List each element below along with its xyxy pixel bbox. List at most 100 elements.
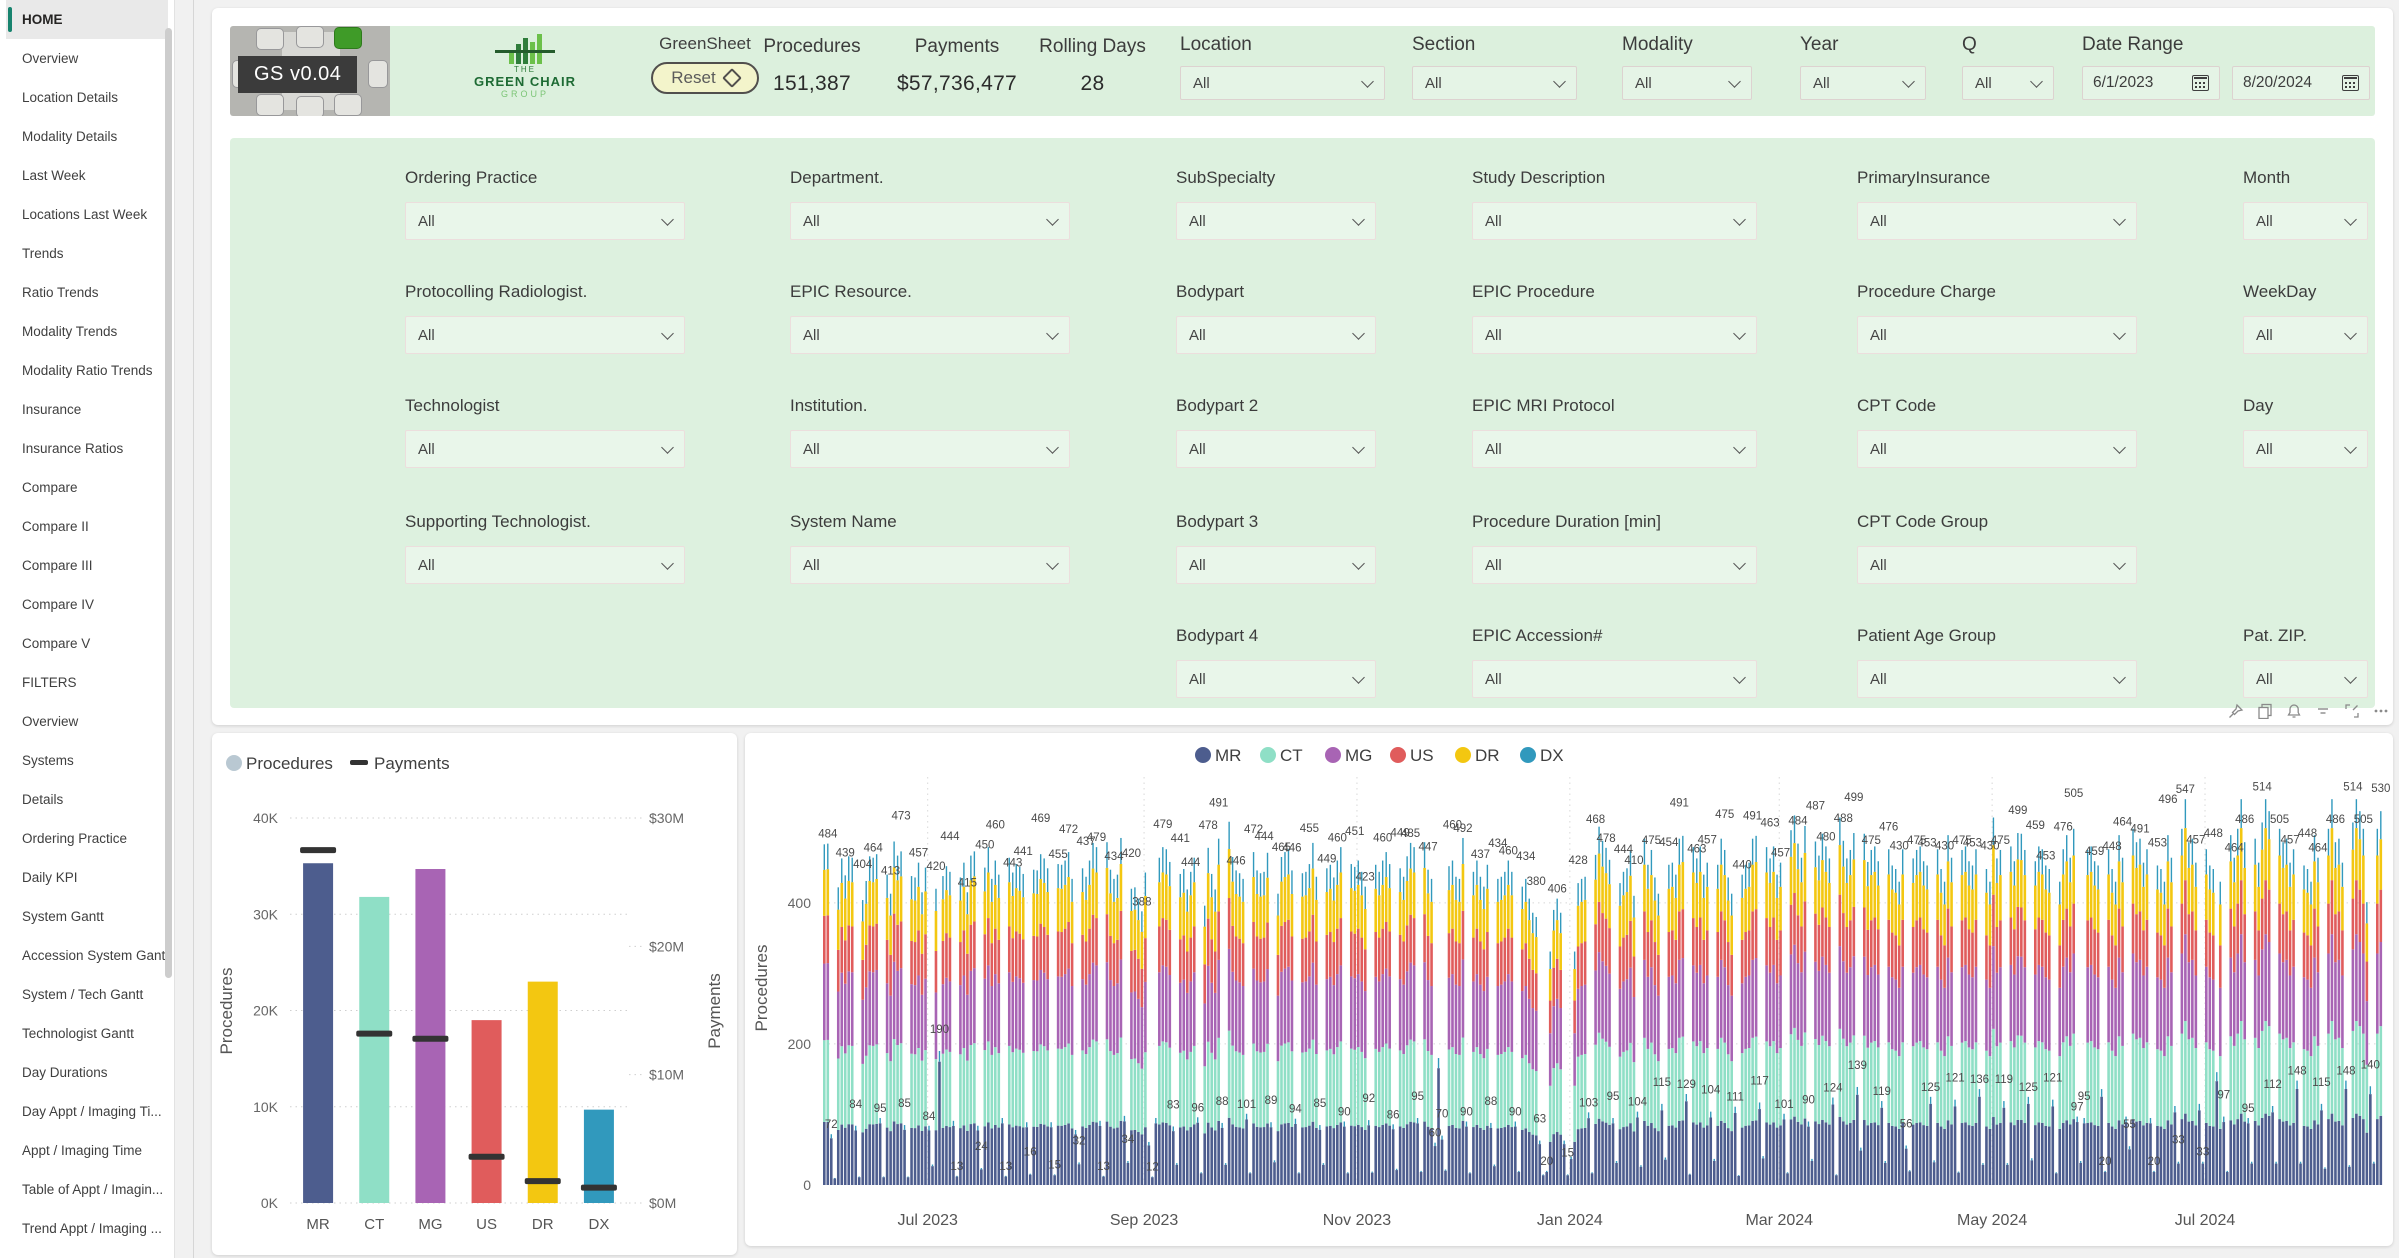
day-stack[interactable] [1748,863,1751,1185]
day-stack[interactable] [1601,841,1604,1185]
day-stack[interactable] [2003,1101,2006,1185]
day-stack[interactable] [2090,846,2093,1185]
day-stack[interactable] [1326,868,1329,1185]
day-stack[interactable] [1629,851,1632,1185]
day-stack[interactable] [2072,829,2075,1185]
day-stack[interactable] [875,854,878,1185]
day-stack[interactable] [2142,863,2145,1185]
day-stack[interactable] [1535,917,1538,1185]
day-stack[interactable] [1776,875,1779,1185]
day-stack[interactable] [1982,1163,1985,1185]
day-stack[interactable] [1566,1174,1569,1185]
day-stack[interactable] [2055,1172,2058,1185]
day-stack[interactable] [2205,849,2208,1185]
day-stack[interactable] [1416,1118,1419,1185]
day-stack[interactable] [1308,864,1311,1185]
day-stack[interactable] [956,1176,959,1185]
day-stack[interactable] [2236,829,2239,1185]
day-stack[interactable] [1402,877,1405,1185]
day-stack[interactable] [2355,799,2358,1185]
day-stack[interactable] [2324,1167,2327,1185]
day-stack[interactable] [1570,1157,1573,1185]
sidebar-item-modality-trends[interactable]: Modality Trends [6,312,168,351]
more-options-icon[interactable] [2373,703,2389,719]
day-stack[interactable] [2310,882,2313,1185]
day-stack[interactable] [1598,827,1601,1185]
day-stack[interactable] [1504,872,1507,1185]
filter-study-description-dropdown[interactable]: All [1472,202,1757,240]
day-stack[interactable] [2327,829,2330,1185]
day-stack[interactable] [1517,1171,1520,1185]
day-stack[interactable] [854,1126,857,1185]
day-stack[interactable] [1235,870,1238,1185]
day-stack[interactable] [2083,1118,2086,1185]
day-stack[interactable] [1716,865,1719,1185]
day-stack[interactable] [1036,870,1039,1185]
day-stack[interactable] [2048,869,2051,1185]
day-stack[interactable] [1029,1174,1032,1185]
day-stack[interactable] [2191,839,2194,1185]
modality-bar-dx[interactable] [581,1110,617,1203]
day-stack[interactable] [1175,1163,1178,1185]
day-stack[interactable] [1483,887,1486,1185]
sidebar-item-overview[interactable]: Overview [6,702,168,741]
day-stack[interactable] [2229,835,2232,1185]
day-stack[interactable] [1884,1161,1887,1185]
day-stack[interactable] [1608,860,1611,1185]
day-stack[interactable] [1800,858,1803,1185]
day-stack[interactable] [1511,872,1514,1185]
day-stack[interactable] [917,863,920,1185]
day-stack[interactable] [1957,1172,1960,1185]
day-stack[interactable] [1528,899,1531,1185]
day-stack[interactable] [1723,850,1726,1185]
day-stack[interactable] [1783,1114,1786,1185]
day-stack[interactable] [1664,1157,1667,1185]
day-stack[interactable] [1786,1172,1789,1185]
day-stack[interactable] [1654,877,1657,1185]
day-stack[interactable] [2139,839,2142,1185]
day-stack[interactable] [2135,842,2138,1185]
day-stack[interactable] [2202,1162,2205,1185]
day-stack[interactable] [1594,855,1597,1185]
day-stack[interactable] [1490,1123,1493,1185]
day-stack[interactable] [1908,1170,1911,1185]
day-stack[interactable] [1640,1165,1643,1185]
filter-primaryinsurance-dropdown[interactable]: All [1857,202,2137,240]
day-stack[interactable] [2017,833,2020,1185]
day-stack[interactable] [1950,858,1953,1185]
day-stack[interactable] [2079,1161,2082,1185]
day-stack[interactable] [1552,910,1555,1185]
day-stack[interactable] [1524,879,1527,1185]
day-stack[interactable] [2331,799,2334,1185]
day-stack[interactable] [1472,872,1475,1185]
day-stack[interactable] [1270,1122,1273,1185]
day-stack[interactable] [2027,1097,2030,1185]
day-stack[interactable] [1947,835,1950,1185]
header-filter-location-dropdown[interactable]: All [1180,66,1385,100]
day-stack[interactable] [1633,896,1636,1185]
day-stack[interactable] [1894,869,1897,1185]
filter-month-dropdown[interactable]: All [2243,202,2368,240]
day-stack[interactable] [1647,865,1650,1185]
day-stack[interactable] [1287,849,1290,1185]
header-filter-year-dropdown[interactable]: All [1800,66,1926,100]
sidebar-item-systems[interactable]: Systems [6,741,168,780]
day-stack[interactable] [865,881,868,1185]
day-stack[interactable] [1846,858,1849,1185]
day-stack[interactable] [2163,882,2166,1185]
day-stack[interactable] [1898,882,1901,1185]
sidebar-item-compare-v[interactable]: Compare V [6,624,168,663]
day-stack[interactable] [1273,1160,1276,1185]
day-stack[interactable] [1064,861,1067,1185]
day-stack[interactable] [1734,1107,1737,1185]
day-stack[interactable] [2149,1118,2152,1185]
day-stack[interactable] [1678,839,1681,1185]
day-stack[interactable] [1207,848,1210,1185]
day-stack[interactable] [889,894,892,1185]
day-stack[interactable] [1095,847,1098,1185]
day-stack[interactable] [2097,865,2100,1185]
day-stack[interactable] [1238,873,1241,1185]
day-stack[interactable] [1790,830,1793,1185]
day-stack[interactable] [1755,836,1758,1185]
day-stack[interactable] [1737,1175,1740,1185]
